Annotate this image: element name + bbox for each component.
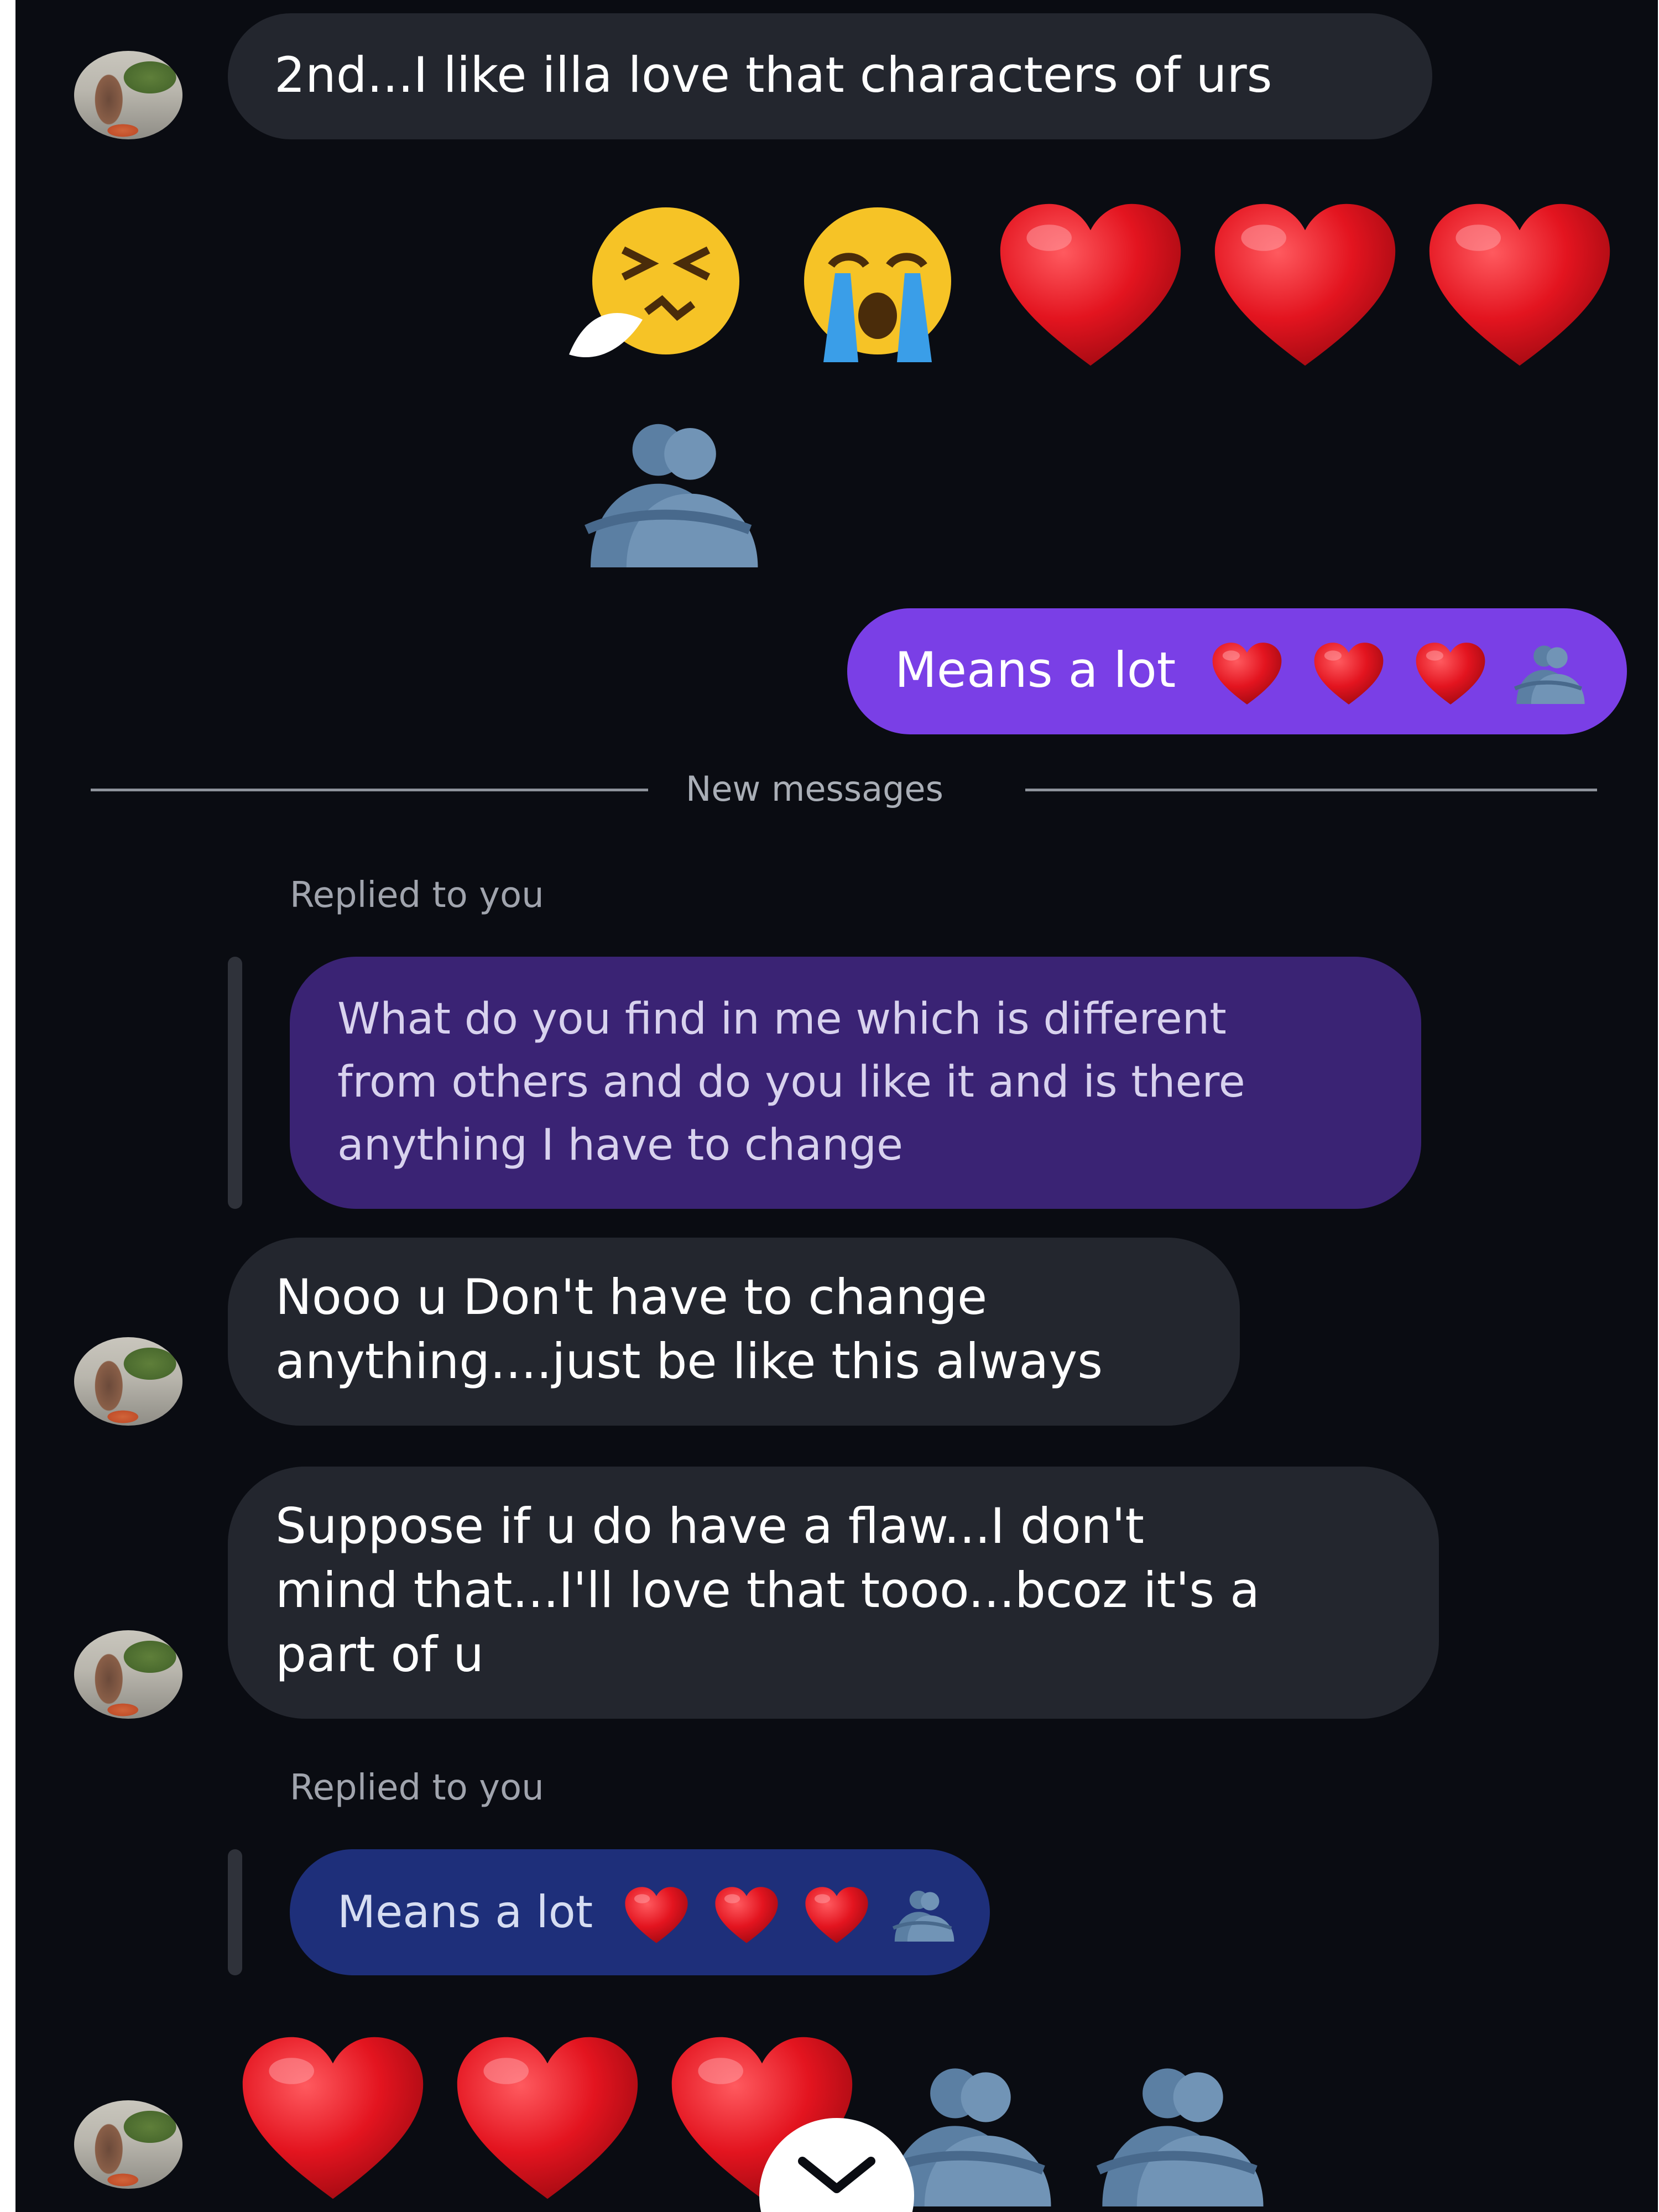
people-hugging-emoji bbox=[1507, 643, 1590, 704]
people-hugging-emoji bbox=[887, 1888, 959, 1942]
red-heart-emoji bbox=[997, 199, 1185, 371]
avatar[interactable] bbox=[74, 1337, 182, 1426]
avatar[interactable] bbox=[74, 2100, 182, 2189]
scroll-to-bottom-button[interactable] bbox=[759, 2118, 914, 2212]
divider-line-right bbox=[1025, 789, 1597, 791]
quoted-text-line: from others and do you like it and is th… bbox=[337, 1057, 1245, 1107]
avatar[interactable] bbox=[74, 51, 182, 139]
people-hugging-emoji bbox=[565, 418, 775, 567]
quoted-text: Means a lot bbox=[337, 1886, 593, 1938]
replied-to-you-label: Replied to you bbox=[290, 1767, 544, 1808]
sneezing-face-emoji bbox=[569, 207, 739, 358]
message-text-line: anything....just be like this always bbox=[275, 1333, 1103, 1390]
loudly-crying-face-emoji bbox=[804, 207, 951, 362]
red-heart-emoji bbox=[804, 1885, 869, 1945]
replied-to-you-label: Replied to you bbox=[290, 875, 544, 916]
quoted-text-line: anything I have to change bbox=[337, 1120, 903, 1170]
quoted-message[interactable]: What do you find in me which is differen… bbox=[290, 957, 1421, 1209]
divider-line-left bbox=[91, 789, 648, 791]
emoji-message[interactable] bbox=[239, 2030, 1279, 2206]
red-heart-emoji bbox=[1415, 641, 1486, 706]
red-heart-emoji bbox=[1211, 641, 1283, 706]
red-heart-emoji bbox=[1313, 641, 1385, 706]
reply-indicator-bar bbox=[228, 1849, 242, 1975]
avatar[interactable] bbox=[74, 1630, 182, 1719]
red-heart-emoji bbox=[624, 1885, 689, 1945]
red-heart-emoji bbox=[453, 2032, 641, 2204]
incoming-message-bubble[interactable]: Suppose if u do have a flaw...I don't mi… bbox=[228, 1467, 1439, 1719]
message-text: 2nd...I like illa love that characters o… bbox=[274, 46, 1272, 103]
message-text: Means a lot bbox=[895, 641, 1176, 698]
people-hugging-emoji bbox=[1079, 2063, 1279, 2206]
message-text-line: Nooo u Don't have to change bbox=[275, 1269, 988, 1326]
quoted-message[interactable]: Means a lot bbox=[290, 1849, 990, 1975]
chevron-down-icon bbox=[798, 2157, 875, 2193]
emoji-message[interactable] bbox=[565, 418, 775, 567]
message-text-line: part of u bbox=[275, 1626, 484, 1683]
red-heart-emoji bbox=[714, 1885, 779, 1945]
incoming-message-bubble[interactable]: Nooo u Don't have to change anything....… bbox=[228, 1238, 1240, 1426]
new-messages-divider: New messages bbox=[686, 769, 943, 809]
reply-indicator-bar bbox=[228, 957, 242, 1209]
message-text-line: mind that...I'll love that tooo...bcoz i… bbox=[275, 1562, 1260, 1619]
red-heart-emoji bbox=[239, 2032, 427, 2204]
emoji-message[interactable] bbox=[565, 199, 1614, 371]
outgoing-message-bubble[interactable]: Means a lot bbox=[847, 608, 1627, 734]
incoming-message-bubble[interactable]: 2nd...I like illa love that characters o… bbox=[228, 13, 1432, 139]
quoted-text-line: What do you find in me which is differen… bbox=[337, 994, 1227, 1044]
message-text-line: Suppose if u do have a flaw...I don't bbox=[275, 1498, 1145, 1554]
chat-screen: 2nd...I like illa love that characters o… bbox=[15, 0, 1658, 2212]
red-heart-emoji bbox=[1211, 199, 1399, 371]
red-heart-emoji bbox=[1426, 199, 1614, 371]
